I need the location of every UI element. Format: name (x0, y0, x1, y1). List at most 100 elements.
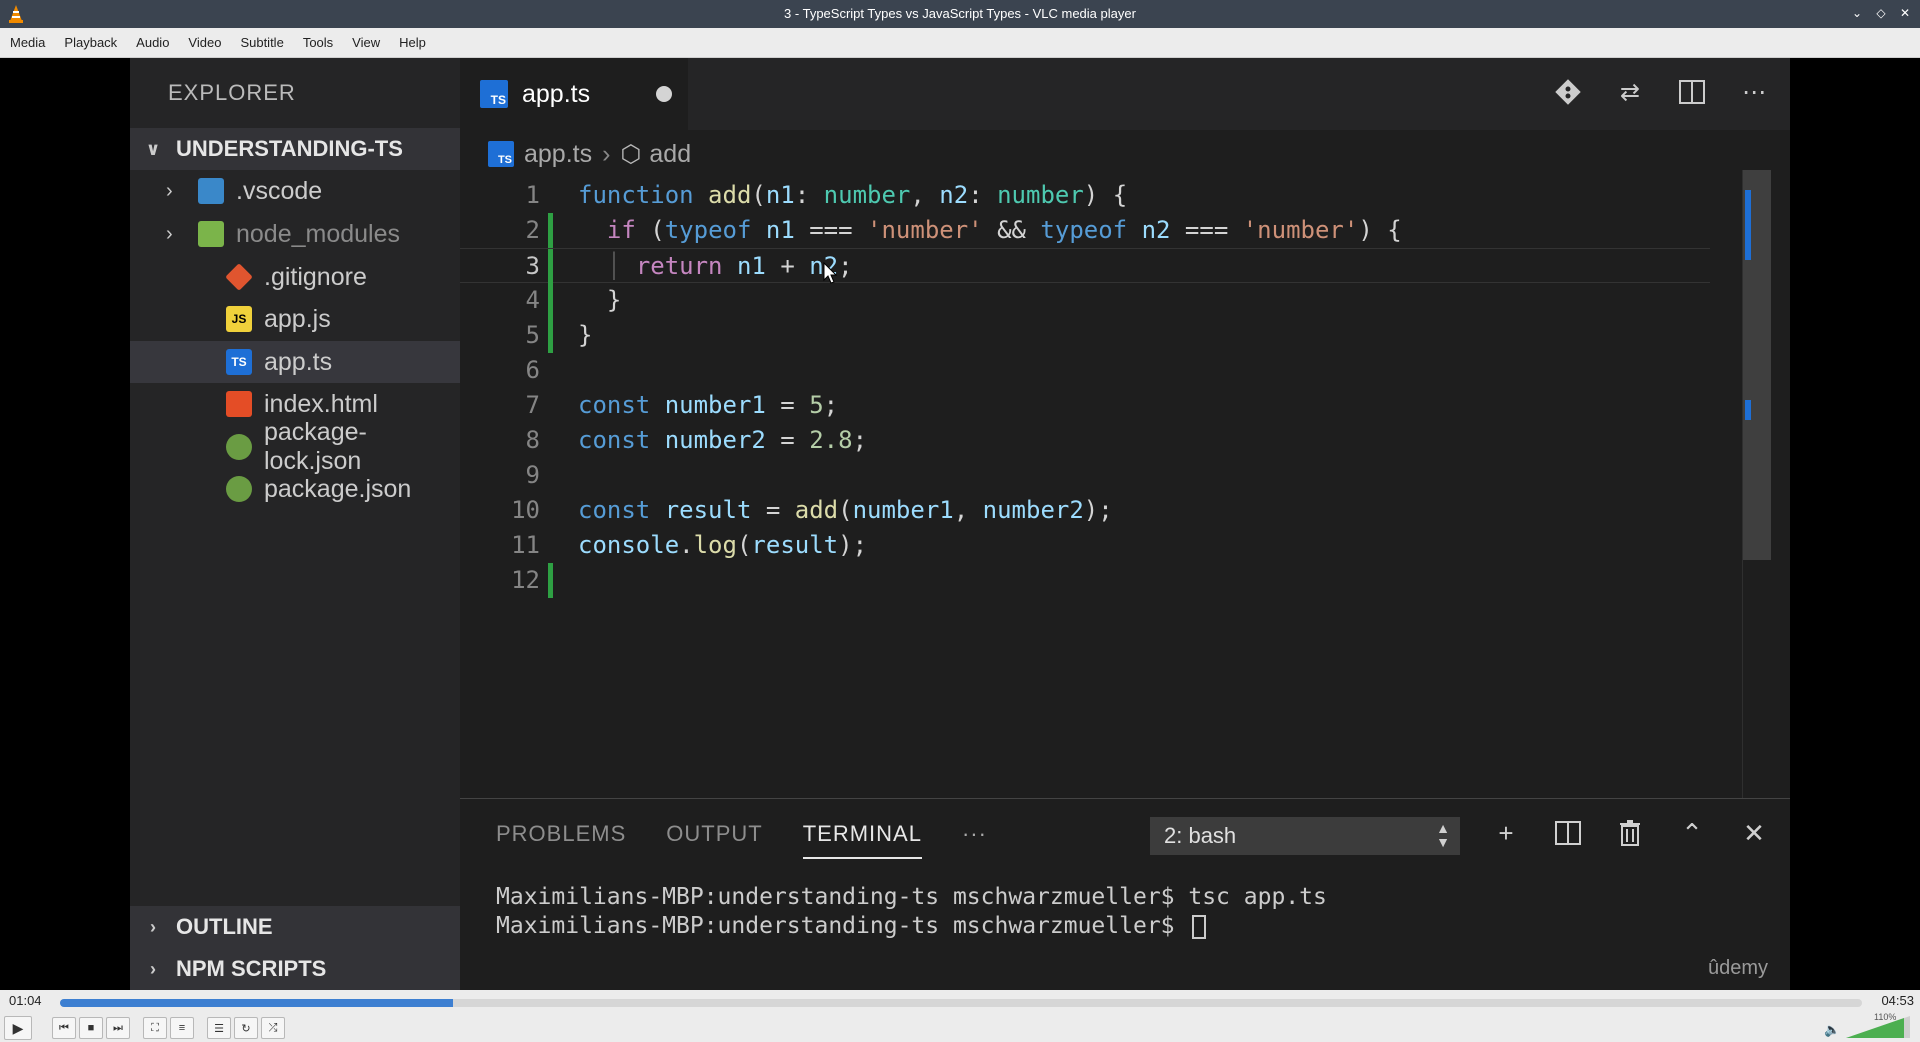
scroll-change-marker (1745, 190, 1751, 260)
next-button[interactable]: ⏭ (106, 1017, 130, 1039)
tree-item-label: app.ts (264, 347, 333, 376)
method-cube-icon: ⬡ (620, 140, 642, 168)
menu-bar: Media Playback Audio Video Subtitle Tool… (0, 28, 1920, 58)
player-controls: 01:04 04:53 ▶ ⏮ ■ ⏭ ⛶ ≡ ☰ ↻ ⤮ 🔈 110% (0, 990, 1920, 1042)
outline-label: OUTLINE (176, 914, 273, 939)
npm-scripts-label: NPM SCRIPTS (176, 956, 327, 981)
previous-button[interactable]: ⏮ (52, 1017, 76, 1039)
menu-help[interactable]: Help (393, 35, 439, 50)
chevron-down-icon: ∨ (145, 138, 161, 159)
stop-button[interactable]: ■ (79, 1017, 103, 1039)
tab-label: app.ts (522, 79, 591, 108)
line-number: 7 (525, 391, 540, 419)
panel-tab-problems: PROBLEMS (496, 821, 627, 846)
tree-item-package-json: package.json (130, 468, 460, 510)
updown-icon: ▲ ▼ (1436, 820, 1450, 850)
code-line: 5} (460, 318, 1710, 353)
breadcrumb: TS app.ts › ⬡ add (488, 134, 691, 174)
seek-progress (60, 999, 453, 1007)
terminal-line: Maximilians-MBP:understanding-ts mschwar… (496, 884, 1327, 910)
close-window-button[interactable]: ✕ (1896, 4, 1914, 22)
minimize-button[interactable]: ⌄ (1848, 4, 1866, 22)
git-icon (225, 263, 253, 291)
tree-item-label: app.js (264, 304, 331, 333)
line-number: 12 (511, 566, 540, 594)
node-json-icon (226, 476, 252, 502)
tree-item-app-js: JS app.js (130, 298, 460, 340)
node-json-icon (226, 434, 252, 460)
extended-settings-button[interactable]: ≡ (170, 1017, 194, 1039)
play-button[interactable]: ▶ (4, 1016, 32, 1040)
modified-line-marker (548, 318, 553, 353)
line-number: 2 (525, 216, 540, 244)
chevron-right-icon: › (602, 139, 611, 168)
menu-playback[interactable]: Playback (58, 35, 130, 50)
project-section-header: ∨ UNDERSTANDING-TS (130, 128, 460, 170)
explorer-title: EXPLORER (168, 80, 296, 105)
project-name: UNDERSTANDING-TS (176, 136, 403, 161)
code-line: 12 (460, 563, 1710, 598)
chevron-right-icon: › (150, 916, 156, 937)
seek-bar[interactable] (60, 999, 1862, 1007)
tree-item-label: node_modules (236, 219, 401, 248)
terminal-output: Maximilians-MBP:understanding-ts mschwar… (496, 883, 1327, 941)
chevron-up-icon: ⌃ (1681, 817, 1703, 848)
explorer-sidebar: EXPLORER ∨ UNDERSTANDING-TS › .vscode › … (130, 58, 460, 990)
modified-line-marker (548, 249, 553, 284)
code-line: 9 (460, 458, 1710, 493)
ts-file-icon: TS (488, 141, 514, 167)
folder-node-icon (198, 221, 224, 247)
volume-control[interactable]: 🔈 110% (1824, 1012, 1914, 1040)
line-number: 6 (525, 356, 540, 384)
loop-button[interactable]: ↻ (234, 1017, 258, 1039)
line-number: 1 (525, 181, 540, 209)
shuffle-button[interactable]: ⤮ (261, 1017, 285, 1039)
line-number: 3 (525, 252, 540, 280)
line-number: 11 (511, 531, 540, 559)
code-line: 10 const result = add(number1, number2); (460, 493, 1710, 528)
code-line: 11 console.log(result); (460, 528, 1710, 563)
js-file-icon: JS (226, 306, 252, 332)
terminal-line: Maximilians-MBP:understanding-ts mschwar… (496, 913, 1189, 939)
bottom-panel: PROBLEMS OUTPUT TERMINAL ··· 2: bash ▲ ▼ … (460, 798, 1790, 990)
playlist-button[interactable]: ☰ (207, 1017, 231, 1039)
menu-audio[interactable]: Audio (130, 35, 182, 50)
window-title: 3 - TypeScript Types vs JavaScript Types… (784, 6, 1136, 21)
more-actions-icon: ⋯ (1742, 78, 1766, 106)
folder-vscode-icon (198, 178, 224, 204)
mouse-cursor-icon (823, 262, 838, 284)
outline-section-header: › OUTLINE (130, 906, 460, 948)
code-line: 7 const number1 = 5; (460, 388, 1710, 423)
line-number: 8 (525, 426, 540, 454)
line-number: 4 (525, 286, 540, 314)
chevron-right-icon: › (150, 958, 156, 979)
fullscreen-button[interactable]: ⛶ (143, 1017, 167, 1039)
speaker-icon[interactable]: 🔈 (1824, 1022, 1840, 1038)
terminal-select-value: 2: bash (1164, 823, 1237, 848)
trash-icon (1614, 817, 1646, 849)
menu-subtitle[interactable]: Subtitle (234, 35, 296, 50)
menu-media[interactable]: Media (4, 35, 58, 50)
tree-item-label: index.html (264, 389, 378, 418)
menu-video[interactable]: Video (182, 35, 234, 50)
breadcrumb-file: app.ts (524, 139, 593, 168)
line-number: 5 (525, 321, 540, 349)
tree-item-label: .gitignore (264, 262, 367, 291)
menu-tools[interactable]: Tools (297, 35, 346, 50)
menu-view[interactable]: View (346, 35, 393, 50)
udemy-watermark: ûdemy (1707, 957, 1768, 979)
unsaved-dot-icon (656, 86, 672, 102)
git-diff-icon (1552, 76, 1584, 108)
chevron-right-icon: › (166, 179, 173, 202)
maximize-button[interactable]: ◇ (1872, 4, 1890, 22)
terminal-cursor (1192, 914, 1207, 939)
tree-item-gitignore: .gitignore (130, 256, 460, 298)
tree-item-app-ts: TS app.ts (130, 341, 460, 383)
close-icon: ✕ (1743, 817, 1765, 848)
modified-line-marker (548, 213, 553, 248)
panel-tab-terminal: TERMINAL (802, 821, 922, 859)
video-frame[interactable]: EXPLORER ∨ UNDERSTANDING-TS › .vscode › … (0, 58, 1920, 990)
tree-item-node-modules: › node_modules (130, 213, 460, 255)
volume-slider[interactable] (1846, 1016, 1910, 1038)
tab-app-ts: TS app.ts (460, 58, 688, 130)
